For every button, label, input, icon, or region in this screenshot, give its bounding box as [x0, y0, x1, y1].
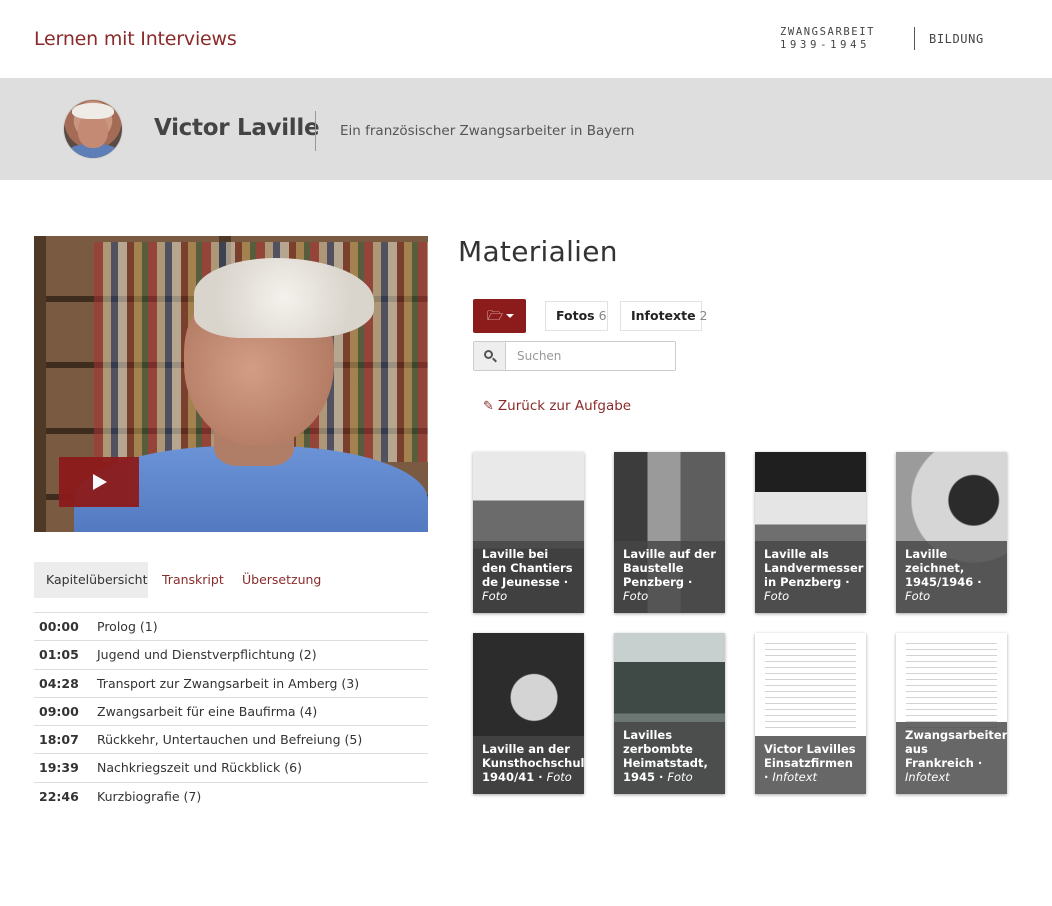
tile-kind: Foto: [546, 770, 572, 784]
tab-transkript[interactable]: Transkript: [150, 562, 236, 598]
document-thumbnail: [765, 643, 856, 733]
tile-title: Victor Lavilles Einsatzfirmen: [764, 742, 856, 770]
tile-kind: Foto: [667, 770, 693, 784]
filter-count: 2: [699, 308, 708, 323]
tab-kapiteluebersicht[interactable]: Kapitelübersicht: [34, 562, 148, 598]
edit-icon: ✎: [483, 399, 494, 414]
back-link-label: Zurück zur Aufgabe: [497, 398, 632, 414]
logo-section-label[interactable]: BILDUNG: [929, 32, 984, 46]
chapter-time: 04:28: [39, 675, 79, 691]
tile-kind: Infotext: [905, 770, 950, 784]
tile-title: Laville auf der Baustelle Penzberg: [623, 547, 716, 589]
interviewee-name: Victor Laville: [154, 115, 320, 141]
site-title-link[interactable]: Lernen mit Interviews: [34, 28, 237, 50]
tab-uebersetzung[interactable]: Übersetzung: [230, 562, 333, 598]
chapter-time: 18:07: [39, 732, 79, 748]
logo-line-1: ZWANGSARBEIT: [780, 26, 876, 38]
tile-title: Zwangsarbeiter aus Frankreich: [905, 728, 1007, 770]
interviewee-subtitle: Ein französischer Zwangsarbeiter in Baye…: [340, 123, 635, 139]
chapter-row[interactable]: 01:05 Jugend und Dienstverpflichtung (2): [34, 640, 428, 668]
tile-title: Laville als Landvermesser in Penzberg: [764, 547, 864, 589]
chapter-time: 22:46: [39, 788, 79, 804]
chapter-time: 19:39: [39, 760, 79, 776]
zwangsarbeit-logo[interactable]: ZWANGSARBEIT 1939-1945: [780, 26, 875, 52]
search-box: [473, 341, 676, 371]
chapter-row[interactable]: 19:39 Nachkriegszeit und Rückblick (6): [34, 753, 428, 781]
tile-kind: Foto: [905, 589, 931, 603]
filter-count: 6: [598, 308, 607, 323]
banner-divider: [315, 111, 316, 151]
tile-kind: Foto: [482, 589, 508, 603]
chapter-time: 01:05: [39, 647, 79, 663]
play-button[interactable]: [59, 457, 139, 507]
chapter-title: Transport zur Zwangsarbeit in Amberg (3): [97, 675, 360, 691]
chapter-row[interactable]: 09:00 Zwangsarbeit für eine Baufirma (4): [34, 696, 428, 725]
logo-divider: [914, 27, 915, 50]
material-tile[interactable]: Laville auf der Baustelle Penzberg · Fot…: [614, 452, 725, 613]
chapter-title: Kurzbiografie (7): [97, 788, 202, 804]
material-tile[interactable]: Victor Lavilles Einsatzfirmen · Infotext: [755, 633, 866, 794]
material-tile[interactable]: Lavilles zerbombte Heimatstadt, 1945 · F…: [614, 633, 725, 794]
chapter-title: Nachkriegszeit und Rückblick (6): [97, 760, 302, 776]
filter-label: Fotos: [556, 308, 595, 323]
tile-title: Laville zeichnet, 1945/1946: [905, 547, 974, 589]
chapter-title: Zwangsarbeit für eine Baufirma (4): [97, 703, 318, 719]
top-header: Lernen mit Interviews ZWANGSARBEIT 1939-…: [0, 0, 1052, 78]
chapter-title: Jugend und Dienstverpflichtung (2): [97, 647, 317, 663]
folder-dropdown-button[interactable]: 🗁: [473, 299, 526, 333]
materials-heading: Materialien: [458, 235, 618, 268]
document-thumbnail: [906, 643, 997, 733]
material-tile[interactable]: Laville bei den Chantiers de Jeunesse · …: [473, 452, 584, 613]
chapter-row[interactable]: 18:07 Rückkehr, Untertauchen und Befreiun…: [34, 725, 428, 753]
material-tile[interactable]: Laville zeichnet, 1945/1946 · Foto: [896, 452, 1007, 613]
filter-infotexte[interactable]: Infotexte 2: [620, 301, 708, 331]
interviewee-banner: Victor Laville Ein französischer Zwangsa…: [0, 78, 1052, 180]
tile-title: Lavilles zerbombte Heimatstadt, 1945: [623, 728, 708, 784]
avatar: [64, 100, 122, 158]
tile-title: Laville bei den Chantiers de Jeunesse: [482, 547, 573, 589]
chapter-list: 00:00 Prolog (1) 01:05 Jugend und Dienstve…: [34, 612, 428, 810]
video-player[interactable]: [34, 236, 428, 532]
chapter-title: Rückkehr, Untertauchen und Befreiung (5): [97, 732, 363, 748]
chapter-row[interactable]: 22:46 Kurzbiografie (7): [34, 781, 428, 810]
material-tile[interactable]: Laville als Landvermesser in Penzberg · …: [755, 452, 866, 613]
tile-kind: Foto: [764, 589, 790, 603]
filter-fotos[interactable]: Fotos 6: [545, 301, 608, 331]
chapter-time: 00:00: [39, 619, 79, 634]
search-icon[interactable]: [474, 342, 506, 370]
chapter-row[interactable]: 00:00 Prolog (1): [34, 612, 428, 640]
folder-open-icon: 🗁: [487, 309, 504, 324]
tile-kind: Foto: [623, 589, 649, 603]
back-to-task-link[interactable]: ✎ Zurück zur Aufgabe: [483, 398, 631, 414]
search-input[interactable]: [507, 342, 675, 370]
tile-kind: Infotext: [772, 770, 818, 784]
logo-line-2: 1939-1945: [780, 39, 871, 51]
interview-tabs: Kapitelübersicht Transkript Übersetzung: [34, 562, 428, 598]
filter-label: Infotexte: [631, 308, 696, 323]
chapter-row[interactable]: 04:28 Transport zur Zwangsarbeit in Amber…: [34, 668, 428, 697]
chapter-time: 09:00: [39, 703, 79, 719]
caret-down-icon: [506, 314, 514, 318]
chapter-title: Prolog (1): [97, 619, 158, 634]
material-tile[interactable]: Zwangsarbeiter aus Frankreich · Infotext: [896, 633, 1007, 794]
material-tile[interactable]: Laville an der Kunsthochschule, 1940/41 …: [473, 633, 584, 794]
